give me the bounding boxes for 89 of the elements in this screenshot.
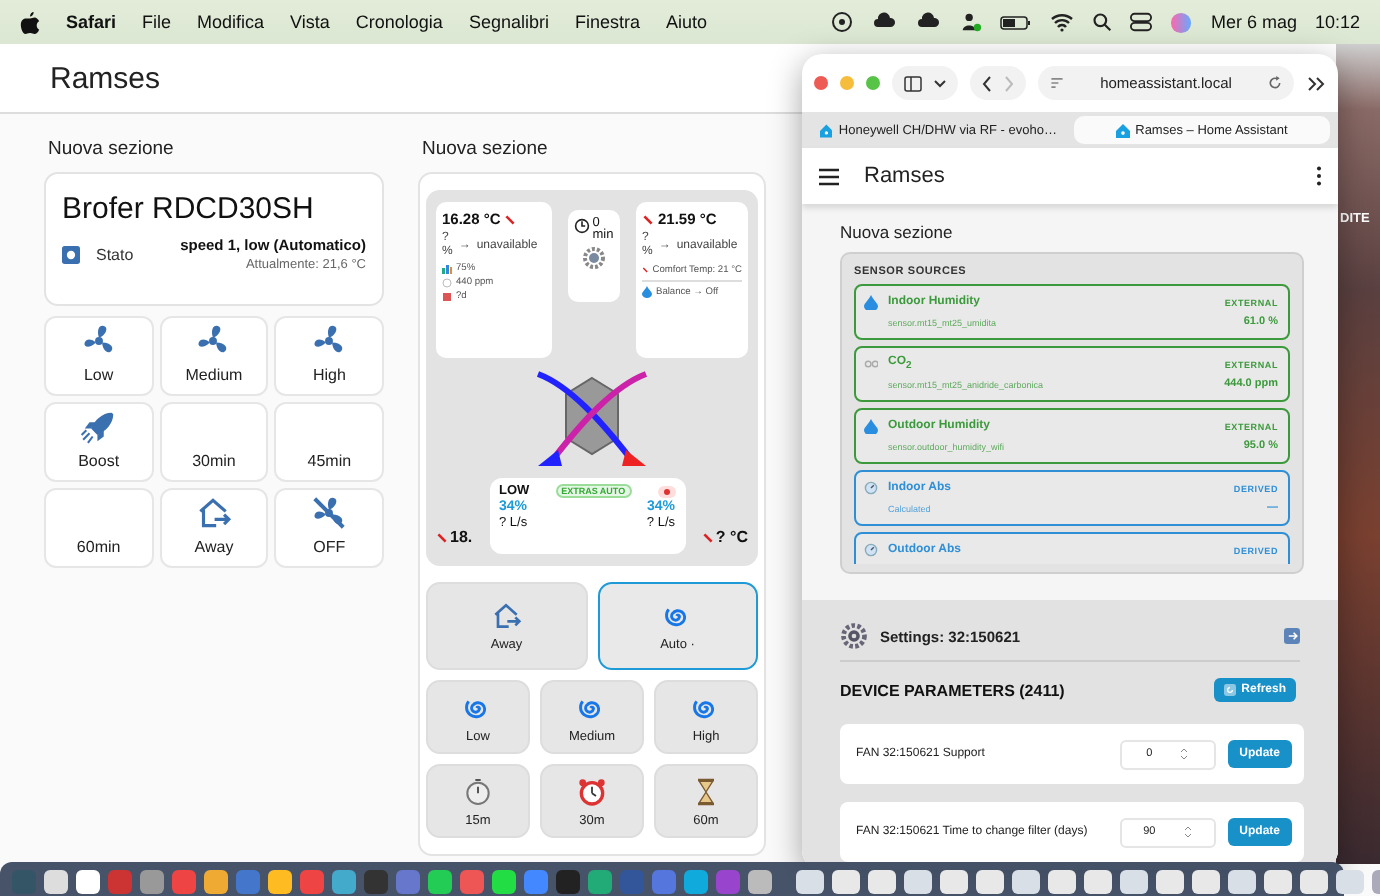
menu-item[interactable]: Cronologia <box>355 12 443 32</box>
menu-item[interactable]: Segnalibri <box>468 12 549 32</box>
state-label: Stato <box>96 245 136 263</box>
section-heading: DEVICE PARAMETERS (2411) <box>840 681 1065 699</box>
gear-icon <box>582 246 606 270</box>
gauge-icon <box>864 542 878 558</box>
dock-window-thumbnail[interactable] <box>976 869 1004 893</box>
fan-status-icon <box>62 245 80 263</box>
stepper-icon <box>1180 748 1189 760</box>
stepper-icon <box>1183 826 1192 838</box>
fan-mode-button[interactable]: Medium <box>159 316 269 396</box>
menu-icon[interactable] <box>818 167 840 185</box>
apple-logo-icon[interactable] <box>20 11 40 33</box>
drop-icon <box>642 286 652 298</box>
fan-off-icon <box>310 494 349 532</box>
fan-mode-button[interactable]: Low <box>44 316 154 396</box>
dock-app-icon[interactable] <box>204 869 228 893</box>
dock-window-thumbnail[interactable] <box>1336 869 1364 893</box>
alarm-clock-icon <box>576 775 608 807</box>
device-name: Brofer RDCD30SH <box>62 192 316 226</box>
gear-icon <box>840 622 868 650</box>
drop-icon <box>864 418 878 434</box>
fan-mode-button[interactable]: 60min <box>44 488 154 568</box>
menubar-date[interactable]: Mer 6 mag <box>1210 12 1297 32</box>
back-icon[interactable] <box>982 75 992 91</box>
menubar-time[interactable]: 10:12 <box>1314 12 1360 32</box>
dock-window-thumbnail[interactable] <box>1264 869 1292 893</box>
reload-icon[interactable] <box>1268 76 1282 90</box>
exit-icon[interactable] <box>1284 628 1300 644</box>
dock-window-thumbnail[interactable] <box>1300 869 1328 893</box>
menu-item[interactable]: Vista <box>290 12 330 32</box>
app-menu[interactable]: Safari <box>66 12 117 32</box>
dock-window-thumbnail[interactable] <box>1120 869 1148 893</box>
fan-mode-button[interactable]: Boost <box>44 402 154 482</box>
menu-item[interactable]: Finestra <box>574 12 640 32</box>
chevron-down-icon[interactable] <box>934 79 946 87</box>
exhaust-temperature: 18. <box>450 528 473 546</box>
molecule-icon <box>864 356 878 372</box>
home-assistant-icon <box>820 123 833 137</box>
dock-window-thumbnail[interactable] <box>868 869 896 893</box>
home-assistant-icon <box>1115 123 1130 137</box>
dock-window-thumbnail[interactable] <box>832 869 860 893</box>
fan-mode-button[interactable]: 30min <box>159 402 269 482</box>
dock-window-thumbnail[interactable] <box>1048 869 1076 893</box>
supply-temperature: ? °C <box>715 528 748 546</box>
wifi-icon[interactable] <box>1050 12 1075 32</box>
house-exit-icon <box>194 494 233 532</box>
control-center-icon[interactable] <box>1130 12 1153 32</box>
dock-window-thumbnail[interactable] <box>1012 869 1040 893</box>
dock-window-thumbnail[interactable] <box>796 869 824 893</box>
house-exit-icon <box>490 600 523 632</box>
dock-window-thumbnail[interactable] <box>940 869 968 893</box>
more-options-icon[interactable] <box>1316 166 1322 186</box>
section-title: Nuova sezione <box>840 222 955 242</box>
clock-icon <box>574 218 591 234</box>
menu-item[interactable]: Modifica <box>197 12 265 32</box>
search-icon[interactable] <box>1092 12 1113 32</box>
dock-app-icon[interactable] <box>748 869 772 893</box>
tab-overview-icon[interactable] <box>1306 75 1326 91</box>
dock-window-thumbnail[interactable] <box>1192 869 1220 893</box>
refresh-icon <box>1223 684 1236 696</box>
fan-mode-button[interactable]: 45min <box>274 402 384 482</box>
section-title: Nuova sezione <box>46 138 176 162</box>
stopwatch-icon <box>462 775 494 807</box>
dock-app-icon[interactable] <box>76 869 100 893</box>
alert-icon <box>657 485 676 497</box>
menu-item[interactable]: Aiuto <box>665 12 707 32</box>
fan-mode-button[interactable]: Away <box>159 488 269 568</box>
dock-app-icon[interactable] <box>492 869 516 893</box>
dock-app-icon[interactable] <box>44 869 68 893</box>
close-window-icon[interactable] <box>814 76 828 90</box>
page-title: Ramses <box>864 164 947 188</box>
rocket-icon <box>79 408 118 446</box>
dock-window-thumbnail[interactable] <box>1084 869 1112 893</box>
bar-chart-icon <box>442 264 452 274</box>
drop-icon <box>864 294 878 310</box>
fan-mode-button[interactable]: High <box>274 316 384 396</box>
dock-window-thumbnail[interactable] <box>1156 869 1184 893</box>
sidebar-icon[interactable] <box>904 75 922 91</box>
menu-item[interactable]: File <box>142 12 172 32</box>
section-title: Nuova sezione <box>420 138 550 162</box>
dock-window-thumbnail[interactable] <box>1228 869 1256 893</box>
dock-app-icon[interactable] <box>428 869 452 893</box>
battery-icon[interactable] <box>1000 13 1033 31</box>
dock-app-icon[interactable] <box>268 869 292 893</box>
gauge-icon <box>864 480 878 496</box>
user-icon[interactable] <box>960 10 983 34</box>
dock-window-thumbnail[interactable] <box>904 869 932 893</box>
fan-mode-button[interactable]: OFF <box>274 488 384 568</box>
